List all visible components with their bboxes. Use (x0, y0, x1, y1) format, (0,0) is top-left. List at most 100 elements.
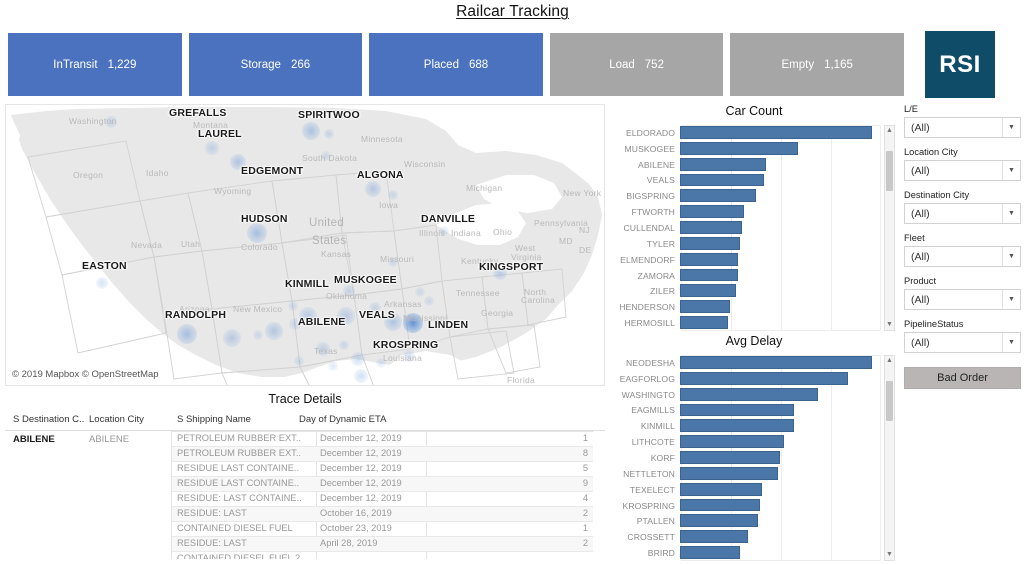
trace-details-grid[interactable]: PETROLEUM RUBBER EXT.. December 12, 2019 1… (171, 431, 593, 559)
map-city-label[interactable]: MUSKOGEE (334, 274, 397, 286)
chart-bar[interactable] (680, 300, 730, 314)
map-data-point[interactable] (288, 301, 298, 311)
chevron-down-icon[interactable]: ▼ (1002, 118, 1020, 137)
chart-bar-row[interactable]: EAGFORLOG (608, 371, 884, 387)
scroll-up-icon[interactable]: ▲ (885, 126, 894, 136)
table-row[interactable]: RESIDUE: LAST CONTAINE.. December 12, 201… (172, 492, 593, 507)
chevron-down-icon[interactable]: ▼ (1002, 333, 1020, 352)
chart-bar-row[interactable]: ZAMORA (608, 268, 884, 284)
map-data-point[interactable] (265, 322, 283, 340)
chart-bar[interactable] (680, 316, 728, 329)
chart-bar[interactable] (680, 514, 758, 528)
chart-bar-row[interactable]: ZILER (608, 283, 884, 299)
filter-select-l-e[interactable]: (All) ▼ (904, 117, 1021, 138)
chart-bar[interactable] (680, 451, 780, 464)
filter-select-product[interactable]: (All) ▼ (904, 289, 1021, 310)
chart-bar[interactable] (680, 221, 742, 234)
col-header-destination-city[interactable]: S Destination C.. (13, 414, 84, 425)
chart-bar-row[interactable]: CROSSETT (608, 529, 884, 545)
chart-bar-row[interactable]: BRIRD (608, 545, 884, 561)
chart-bar[interactable] (680, 236, 740, 250)
chart-bar[interactable] (680, 205, 744, 219)
map-data-point[interactable] (365, 181, 381, 197)
chart-bar[interactable] (680, 252, 738, 266)
chevron-down-icon[interactable]: ▼ (1002, 247, 1020, 266)
kpi-tile-empty[interactable]: Empty 1,165 (728, 31, 906, 98)
chart-bar-row[interactable]: NEODESHA (608, 355, 884, 371)
scroll-up-icon[interactable]: ▲ (885, 356, 894, 366)
car-count-bars[interactable]: ELDORADO MUSKOGEE ABILENE VEALS BIGSPRING FTW… (608, 125, 884, 331)
map-data-point[interactable] (354, 369, 368, 383)
map-data-point[interactable] (415, 287, 425, 297)
map-data-point[interactable] (294, 356, 304, 366)
table-row[interactable]: RESIDUE: LAST October 16, 2019 2 (172, 507, 593, 522)
map-city-label[interactable]: EDGEMONT (241, 165, 303, 177)
chevron-down-icon[interactable]: ▼ (1002, 161, 1020, 180)
chart-bar[interactable] (680, 141, 798, 155)
chart-bar-row[interactable]: TYLER (608, 236, 884, 252)
map-city-label[interactable]: VEALS (359, 309, 395, 321)
chart-bar[interactable] (680, 268, 738, 282)
map-data-point[interactable] (177, 324, 197, 344)
map-city-label[interactable]: ABILENE (298, 316, 346, 328)
filter-select-location-city[interactable]: (All) ▼ (904, 160, 1021, 181)
col-header-location-city[interactable]: Location City (89, 414, 144, 425)
map-city-label[interactable]: KINMILL (285, 278, 329, 290)
map-city-label[interactable]: HUDSON (241, 213, 288, 225)
kpi-tile-load[interactable]: Load 752 (547, 31, 726, 98)
chart-bar[interactable] (680, 419, 794, 433)
bad-order-button[interactable]: Bad Order (904, 367, 1021, 389)
map-data-point[interactable] (96, 277, 108, 289)
map-city-label[interactable]: DANVILLE (421, 213, 475, 225)
chart-bar-row[interactable]: HERMOSILL (608, 315, 884, 331)
table-row[interactable]: RESIDUE LAST CONTAINE.. December 12, 2019… (172, 462, 593, 477)
chevron-down-icon[interactable]: ▼ (1002, 204, 1020, 223)
chart-bar[interactable] (680, 284, 736, 298)
table-row[interactable]: RESIDUE: LAST April 28, 2019 2 (172, 537, 593, 552)
chevron-down-icon[interactable]: ▼ (1002, 290, 1020, 309)
kpi-tile-placed[interactable]: Placed 688 (367, 31, 545, 98)
chart-bar[interactable] (680, 157, 766, 171)
chart-bar-row[interactable]: KORF (608, 450, 884, 466)
map-city-label[interactable]: LINDEN (428, 319, 468, 331)
map-data-point[interactable] (388, 190, 398, 200)
chart-bar[interactable] (680, 530, 748, 544)
us-map[interactable]: © 2019 Mapbox © OpenStreetMap Washington… (5, 104, 605, 386)
chart-bar[interactable] (680, 435, 784, 449)
map-city-label[interactable]: ALGONA (357, 169, 404, 181)
avg-delay-scrollbar[interactable]: ▲ ▼ (884, 355, 895, 561)
map-data-point[interactable] (253, 330, 263, 340)
table-row[interactable]: CONTAINED DIESEL FUEL 2 (172, 552, 593, 559)
chart-bar[interactable] (680, 356, 872, 369)
chart-bar-row[interactable]: LITHCOTE (608, 434, 884, 450)
chart-bar[interactable] (680, 482, 762, 496)
chart-bar-row[interactable]: PTALLEN (608, 513, 884, 529)
chart-bar-row[interactable]: FTWORTH (608, 204, 884, 220)
chart-bar-row[interactable]: ELMENDORF (608, 252, 884, 268)
chart-bar[interactable] (680, 498, 760, 512)
chart-bar-row[interactable]: WASHINGTO (608, 387, 884, 403)
chart-bar-row[interactable]: ABILENE (608, 157, 884, 173)
map-data-point[interactable] (339, 340, 349, 350)
table-row[interactable]: CONTAINED DIESEL FUEL October 23, 2019 1 (172, 522, 593, 537)
chart-bar-row[interactable]: HENDERSON (608, 299, 884, 315)
map-city-label[interactable]: SPIRITWOO (298, 109, 360, 121)
chart-bar[interactable] (680, 466, 778, 480)
chart-bar[interactable] (680, 546, 740, 559)
map-data-point[interactable] (324, 129, 334, 139)
chart-bar-row[interactable]: VEALS (608, 173, 884, 189)
chart-bar-row[interactable]: EAGMILLS (608, 403, 884, 419)
chart-bar[interactable] (680, 173, 764, 187)
chart-bar[interactable] (680, 126, 872, 139)
map-city-label[interactable]: RANDOLPH (165, 309, 226, 321)
map-data-point[interactable] (351, 352, 365, 366)
scroll-down-icon[interactable]: ▼ (885, 550, 894, 560)
scroll-down-icon[interactable]: ▼ (885, 320, 894, 330)
map-city-label[interactable]: EASTON (82, 260, 127, 272)
map-data-point[interactable] (328, 361, 338, 371)
table-row[interactable]: PETROLEUM RUBBER EXT.. December 12, 2019 8 (172, 447, 593, 462)
car-count-scrollbar[interactable]: ▲ ▼ (884, 125, 895, 331)
scroll-thumb[interactable] (886, 380, 893, 422)
map-city-label[interactable]: KROSPRING (373, 339, 438, 351)
chart-bar-row[interactable]: TEXELECT (608, 482, 884, 498)
